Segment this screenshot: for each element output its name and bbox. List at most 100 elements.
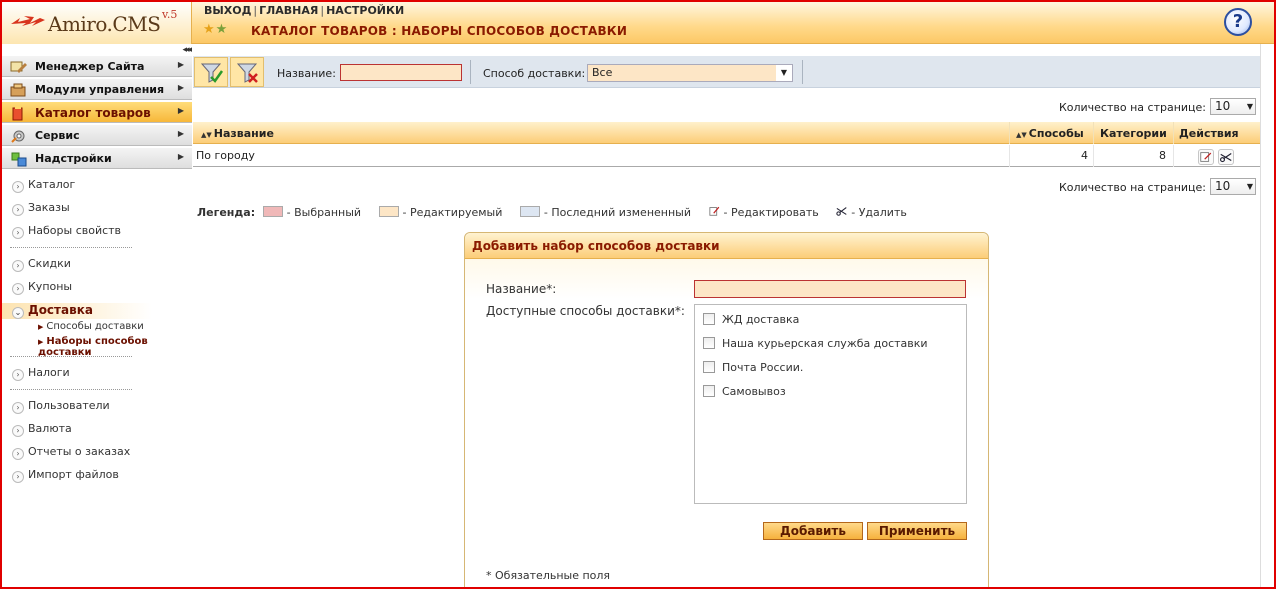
legend-edit: - Редактировать (723, 206, 819, 219)
chevron-right-icon: › (12, 204, 24, 216)
name-filter-input[interactable] (340, 64, 462, 81)
method-checkbox-post[interactable]: Почта России. (703, 361, 803, 374)
chevron-right-icon: › (12, 260, 24, 272)
add-button[interactable]: Добавить (763, 522, 863, 540)
logo[interactable]: Amiro.CMS v.5 (2, 2, 192, 44)
sort-icon[interactable]: ▲▼ (1016, 131, 1027, 139)
add-favorite-star-icon[interactable]: ★ (216, 22, 228, 37)
sort-icon[interactable]: ▲▼ (201, 131, 212, 139)
sidebar-item-currency[interactable]: › Валюта (12, 422, 72, 438)
home-link[interactable]: ГЛАВНАЯ (259, 4, 318, 17)
sidebar-subitem-delivery-methods[interactable]: ▶ Способы доставки (38, 321, 144, 332)
legend-selected: - Выбранный (286, 206, 362, 219)
legend-editing: - Редактируемый (402, 206, 503, 219)
exit-link[interactable]: ВЫХОД (204, 4, 251, 17)
panel-title: Добавить набор способов доставки (465, 233, 988, 259)
edit-pencil-icon (1200, 152, 1212, 162)
dropdown-arrow-icon: ▼ (776, 65, 792, 81)
checkbox[interactable] (703, 385, 715, 397)
sidebar-item-delivery[interactable]: ⌄ Доставка (2, 303, 152, 319)
chevron-right-icon: › (12, 471, 24, 483)
funnel-check-icon (200, 63, 224, 83)
add-delivery-set-panel: Добавить набор способов доставки Названи… (464, 232, 989, 587)
checkbox[interactable] (703, 313, 715, 325)
page-title: КАТАЛОГ ТОВАРОВ : НАБОРЫ СПОСОБОВ ДОСТАВ… (251, 24, 628, 38)
menu-addons[interactable]: Надстройки ▶ (2, 147, 192, 169)
name-filter-label: Название: (277, 67, 336, 80)
chevron-right-icon: › (12, 448, 24, 460)
legend-last-changed: - Последний измененный (543, 206, 692, 219)
menu-modules[interactable]: Модули управления ▶ (2, 78, 192, 100)
method-checkbox-rail[interactable]: ЖД доставка (703, 313, 799, 326)
column-separator (1173, 145, 1174, 167)
favorite-star-icon[interactable]: ★ (203, 22, 215, 37)
sidebar-divider (10, 247, 132, 248)
sidebar-item-users[interactable]: › Пользователи (12, 399, 110, 415)
legend-swatch-selected (262, 206, 283, 217)
funnel-clear-icon (236, 63, 258, 83)
column-separator (1009, 145, 1010, 167)
nav-separator: | (320, 4, 325, 17)
delivery-method-select[interactable]: Все ▼ (587, 64, 793, 82)
column-header-methods[interactable]: ▲▼ Способы (1016, 127, 1084, 140)
row-categories: 8 (1159, 149, 1166, 162)
help-icon[interactable]: ? (1224, 8, 1252, 36)
menu-catalog[interactable]: Каталог товаров ▶ (2, 101, 192, 123)
sidebar-item-property-sets[interactable]: › Наборы свойств (12, 224, 121, 240)
edit-row-icon[interactable] (1198, 149, 1214, 165)
per-page-select[interactable]: 10 ▼ (1210, 178, 1256, 195)
brand-version: v.5 (162, 8, 178, 21)
service-icon (11, 130, 25, 143)
filter-separator (470, 60, 471, 84)
sidebar-item-taxes[interactable]: › Налоги (12, 366, 70, 382)
dropdown-arrow-icon: ▼ (1246, 102, 1253, 111)
method-checkbox-pickup[interactable]: Самовывоз (703, 385, 786, 398)
vertical-scrollbar[interactable] (1260, 44, 1274, 587)
checkbox[interactable] (703, 361, 715, 373)
settings-link[interactable]: НАСТРОЙКИ (326, 4, 404, 17)
sidebar-item-order-reports[interactable]: › Отчеты о заказах (12, 445, 130, 461)
sidebar: ◂◂◂ Менеджер Сайта ▶ Модули управления ▶… (2, 45, 192, 587)
checkbox[interactable] (703, 337, 715, 349)
collapse-sidebar-icon[interactable]: ◂◂◂ (182, 45, 191, 55)
per-page-select[interactable]: 10 ▼ (1210, 98, 1256, 115)
sidebar-subitem-delivery-method-sets[interactable]: ▶ Наборы способов доставки (38, 336, 192, 358)
header: Amiro.CMS v.5 ВЫХОД | ГЛАВНАЯ | НАСТРОЙКИ ★★… (2, 2, 1274, 44)
menu-service[interactable]: Сервис ▶ (2, 124, 192, 146)
sidebar-item-coupons[interactable]: › Купоны (12, 280, 72, 296)
scissors-icon (836, 207, 847, 216)
delivery-methods-list: ЖД доставка Наша курьерская служба доста… (694, 304, 967, 504)
chevron-down-icon: ⌄ (12, 307, 24, 319)
column-separator (1093, 122, 1094, 144)
legend-swatch-editing (378, 206, 399, 217)
sidebar-item-discounts[interactable]: › Скидки (12, 257, 71, 273)
reset-filter-button[interactable] (230, 57, 264, 87)
per-page-label: Количество на странице: (1058, 181, 1206, 194)
edit-pencil-icon (708, 206, 719, 216)
grid-header: ▲▼ Название ▲▼ Способы Категории Действия (193, 122, 1260, 144)
delete-row-icon[interactable] (1218, 149, 1234, 165)
sidebar-item-catalog[interactable]: › Каталог (12, 178, 75, 194)
chevron-right-icon: › (12, 425, 24, 437)
chevron-right-icon: ▶ (177, 152, 184, 161)
nav-separator: | (253, 4, 258, 17)
form-name-label: Название*: (486, 282, 557, 296)
column-header-name[interactable]: ▲▼ Название (201, 127, 274, 140)
form-name-input[interactable] (694, 280, 966, 298)
menu-site-manager[interactable]: Менеджер Сайта ▶ (2, 55, 192, 77)
legend-title: Легенда: (197, 206, 256, 219)
table-row[interactable]: По городу 4 8 (193, 145, 1260, 167)
chevron-right-icon: › (12, 227, 24, 239)
apply-filter-button[interactable] (194, 57, 228, 87)
panel-body: Название*: Доступные способы доставки*: … (465, 259, 988, 587)
filter-separator (802, 60, 803, 84)
catalog-icon (12, 106, 23, 121)
triangle-right-icon: ▶ (38, 338, 44, 346)
sidebar-item-file-import[interactable]: › Импорт файлов (12, 468, 119, 484)
legend: Легенда: - Выбранный - Редактируемый - П… (197, 205, 907, 219)
chevron-right-icon: › (12, 402, 24, 414)
apply-button[interactable]: Применить (867, 522, 967, 540)
method-checkbox-courier[interactable]: Наша курьерская служба доставки (703, 337, 928, 350)
sidebar-item-orders[interactable]: › Заказы (12, 201, 70, 217)
legend-swatch-last-changed (519, 206, 540, 217)
